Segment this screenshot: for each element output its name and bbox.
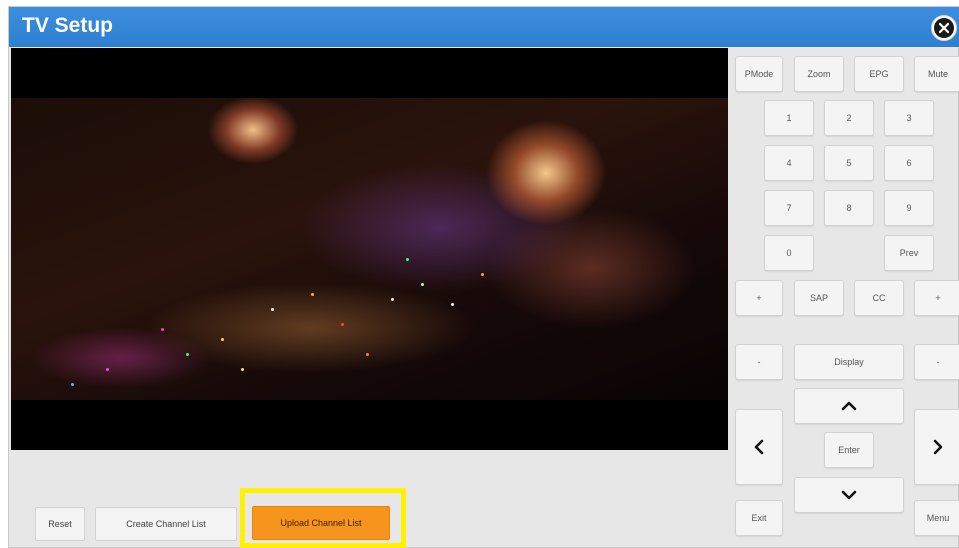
fireworks-image — [11, 98, 728, 400]
digit-3-button[interactable]: 3 — [884, 100, 934, 136]
digit-5-button[interactable]: 5 — [824, 145, 874, 181]
prev-button[interactable]: Prev — [884, 235, 934, 271]
window-title: TV Setup — [22, 14, 114, 37]
mute-button[interactable]: Mute — [914, 56, 959, 92]
create-channel-list-button[interactable]: Create Channel List — [95, 507, 237, 541]
arrow-right-button[interactable] — [914, 409, 959, 485]
close-button[interactable] — [931, 15, 957, 41]
digit-1-button[interactable]: 1 — [764, 100, 814, 136]
volume-down-button[interactable]: - — [735, 344, 783, 380]
enter-button[interactable]: Enter — [824, 432, 874, 468]
menu-button[interactable]: Menu — [914, 500, 959, 536]
channel-up-button[interactable]: + — [914, 280, 959, 316]
tv-setup-window: TV Setup PMode Zoom EPG Mute 1 2 3 4 5 6… — [8, 6, 959, 548]
close-icon — [934, 18, 954, 38]
arrow-down-button[interactable] — [794, 477, 904, 513]
cc-button[interactable]: CC — [854, 280, 904, 316]
title-bar: TV Setup — [9, 7, 959, 47]
display-button[interactable]: Display — [794, 344, 904, 380]
volume-up-button[interactable]: + — [735, 280, 783, 316]
pmode-button[interactable]: PMode — [735, 56, 783, 92]
upload-channel-list-button[interactable]: Upload Channel List — [252, 506, 390, 540]
digit-7-button[interactable]: 7 — [764, 190, 814, 226]
digit-6-button[interactable]: 6 — [884, 145, 934, 181]
arrow-left-button[interactable] — [735, 409, 783, 485]
chevron-up-icon — [841, 401, 857, 411]
chevron-left-icon — [754, 439, 764, 455]
tv-video-preview[interactable] — [11, 48, 728, 450]
arrow-up-button[interactable] — [794, 388, 904, 424]
chevron-right-icon — [933, 439, 943, 455]
digit-0-button[interactable]: 0 — [764, 235, 814, 271]
digit-8-button[interactable]: 8 — [824, 190, 874, 226]
epg-button[interactable]: EPG — [854, 56, 904, 92]
exit-button[interactable]: Exit — [735, 500, 783, 536]
digit-9-button[interactable]: 9 — [884, 190, 934, 226]
reset-button[interactable]: Reset — [35, 507, 85, 541]
digit-4-button[interactable]: 4 — [764, 145, 814, 181]
sap-button[interactable]: SAP — [794, 280, 844, 316]
chevron-down-icon — [841, 490, 857, 500]
digit-2-button[interactable]: 2 — [824, 100, 874, 136]
zoom-button[interactable]: Zoom — [794, 56, 844, 92]
channel-down-button[interactable]: - — [914, 344, 959, 380]
